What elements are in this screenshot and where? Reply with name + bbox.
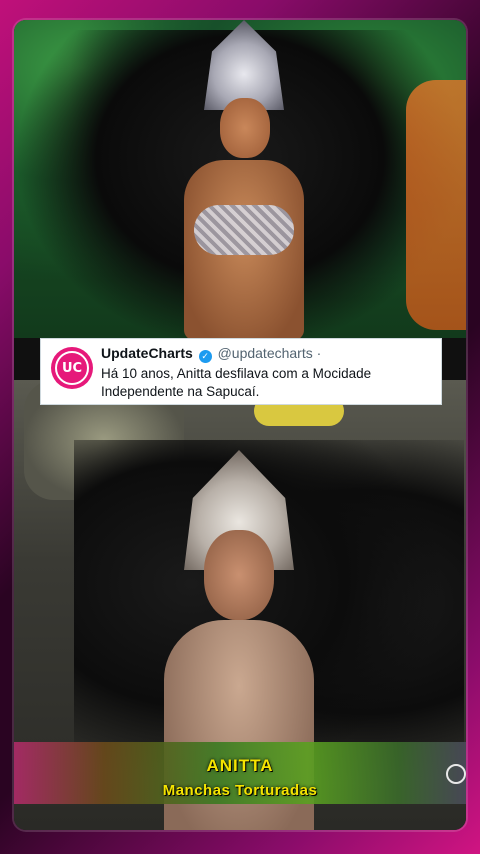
tweet-text: Há 10 anos, Anitta desfilava com a Mocid… xyxy=(101,366,372,399)
dancer-face xyxy=(220,98,270,158)
tweet-header: UpdateCharts ✓ @updatecharts · xyxy=(101,345,321,363)
dancer-face xyxy=(204,530,274,620)
dancer-figure-top xyxy=(184,20,304,338)
display-name[interactable]: UpdateCharts xyxy=(101,345,193,361)
caption-name: ANITTA xyxy=(206,756,274,775)
tweet-card[interactable]: UC UpdateCharts ✓ @updatecharts · Há 10 … xyxy=(40,338,442,405)
sequin-costume xyxy=(194,205,294,255)
caption-subtitle: Manchas Torturadas xyxy=(162,782,318,799)
verified-badge-icon: ✓ xyxy=(198,350,212,363)
avatar-logo: UC xyxy=(55,351,89,385)
background-crowd xyxy=(406,80,466,330)
user-handle[interactable]: @updatecharts xyxy=(218,345,313,361)
top-photo xyxy=(14,20,466,338)
broadcaster-logo-icon xyxy=(446,760,466,788)
bottom-photo: ANITTA Manchas Torturadas xyxy=(14,380,466,830)
separator-dot: · xyxy=(316,345,322,361)
headdress xyxy=(204,20,284,110)
avatar[interactable]: UC xyxy=(51,347,93,389)
video-frame: ANITTA Manchas Torturadas xyxy=(14,20,466,830)
